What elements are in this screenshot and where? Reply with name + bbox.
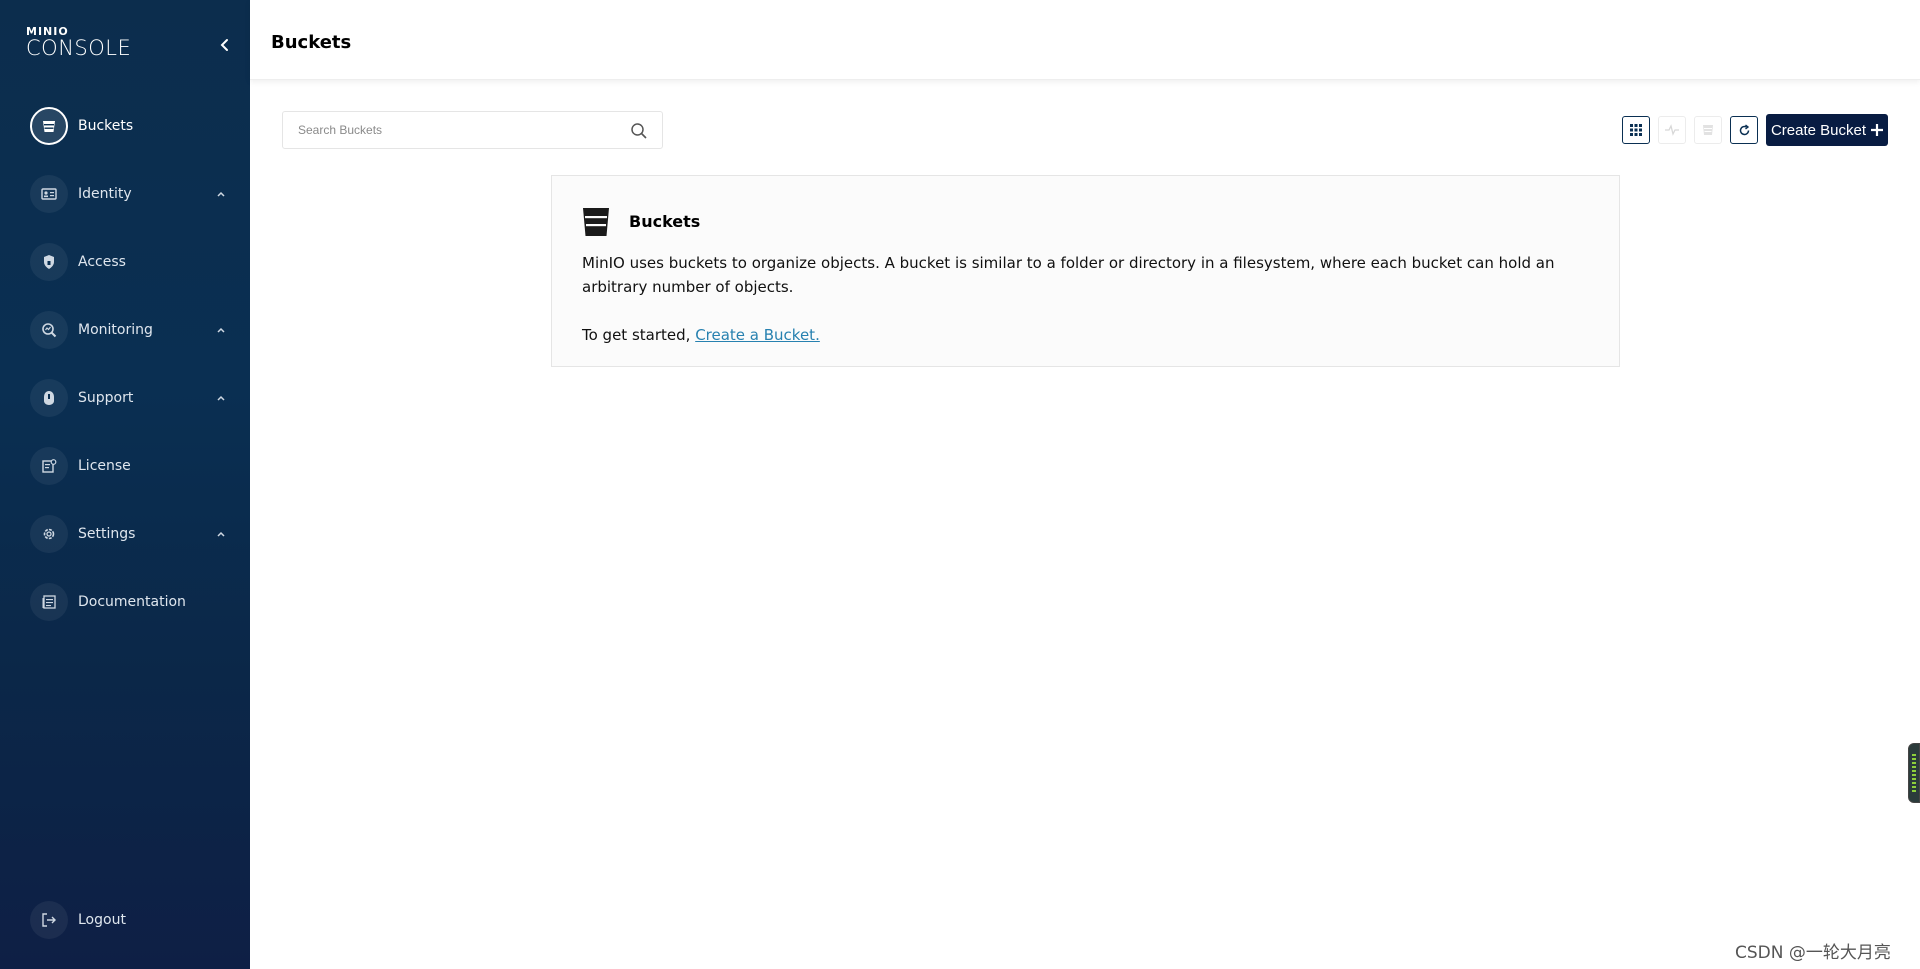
sidebar-item-label: Settings — [78, 526, 136, 542]
page-title: Buckets — [271, 32, 352, 53]
sidebar-item-label: Identity — [78, 186, 132, 202]
gear-icon — [30, 515, 68, 553]
bucket-icon — [1703, 125, 1713, 135]
watermark-text: CSDN @一轮大月亮 — [1735, 943, 1891, 963]
lock-icon — [30, 243, 68, 281]
plus-icon — [1871, 124, 1884, 136]
logout-icon — [30, 901, 68, 939]
create-bucket-link[interactable]: Create a Bucket. — [695, 326, 820, 344]
support-icon — [30, 379, 68, 417]
bucket-action-button[interactable] — [1694, 116, 1722, 144]
minio-console-logo[interactable]: MINIO CONSOLE — [26, 26, 151, 60]
create-bucket-label: Create Bucket — [1770, 121, 1867, 139]
side-panel-handle[interactable] — [1908, 743, 1920, 803]
sidebar-item-settings[interactable]: Settings — [30, 514, 230, 554]
refresh-icon — [1739, 123, 1749, 135]
sidebar-item-label: License — [78, 458, 131, 474]
bucket-icon — [583, 208, 609, 236]
chevron-up-icon — [214, 391, 228, 405]
search-input[interactable] — [283, 112, 623, 148]
grid-view-button[interactable] — [1622, 116, 1650, 144]
pulse-icon — [1665, 124, 1679, 136]
sidebar-item-label: Documentation — [78, 594, 186, 610]
handle-bars — [1912, 754, 1916, 794]
get-started-text: To get started, Create a Bucket. — [582, 323, 820, 347]
page-header: Buckets — [250, 0, 1920, 80]
sidebar-item-label: Access — [78, 254, 126, 270]
sidebar-item-monitoring[interactable]: Monitoring — [30, 310, 230, 350]
chevron-left-icon — [220, 39, 228, 51]
chevron-up-icon — [214, 527, 228, 541]
grid-icon — [1630, 124, 1642, 136]
id-card-icon — [30, 175, 68, 213]
license-icon — [30, 447, 68, 485]
sidebar-item-license[interactable]: License — [30, 446, 230, 486]
monitor-button[interactable] — [1658, 116, 1686, 144]
info-title: Buckets — [629, 212, 701, 231]
search-box — [282, 111, 663, 149]
sidebar-item-documentation[interactable]: Documentation — [30, 582, 230, 622]
bucket-icon — [30, 107, 68, 145]
chevron-up-icon — [214, 323, 228, 337]
sidebar-item-identity[interactable]: Identity — [30, 174, 230, 214]
sidebar-item-label: Support — [78, 390, 134, 406]
sidebar-item-buckets[interactable]: Buckets — [30, 106, 230, 146]
refresh-button[interactable] — [1730, 116, 1758, 144]
logo-bottom-text: CONSOLE — [26, 36, 132, 60]
get-started-prefix: To get started, — [582, 326, 696, 344]
document-icon — [30, 583, 68, 621]
info-description: MinIO uses buckets to organize objects. … — [582, 254, 1555, 296]
search-icon[interactable] — [630, 122, 648, 140]
sidebar-item-access[interactable]: Access — [30, 242, 230, 282]
chevron-up-icon — [214, 187, 228, 201]
sidebar-item-label: Buckets — [78, 118, 134, 134]
sidebar-item-label: Monitoring — [78, 322, 153, 338]
buckets-info-panel: Buckets MinIO uses buckets to organize o… — [551, 175, 1620, 367]
collapse-sidebar-button[interactable] — [214, 34, 236, 56]
magnifier-chart-icon — [30, 311, 68, 349]
logout-label: Logout — [78, 912, 126, 928]
sidebar: MINIO CONSOLE Buckets Identity Access Mo… — [0, 0, 250, 969]
sidebar-item-support[interactable]: Support — [30, 378, 230, 418]
create-bucket-button[interactable]: Create Bucket — [1766, 114, 1888, 146]
logout-button[interactable]: Logout — [30, 900, 230, 940]
